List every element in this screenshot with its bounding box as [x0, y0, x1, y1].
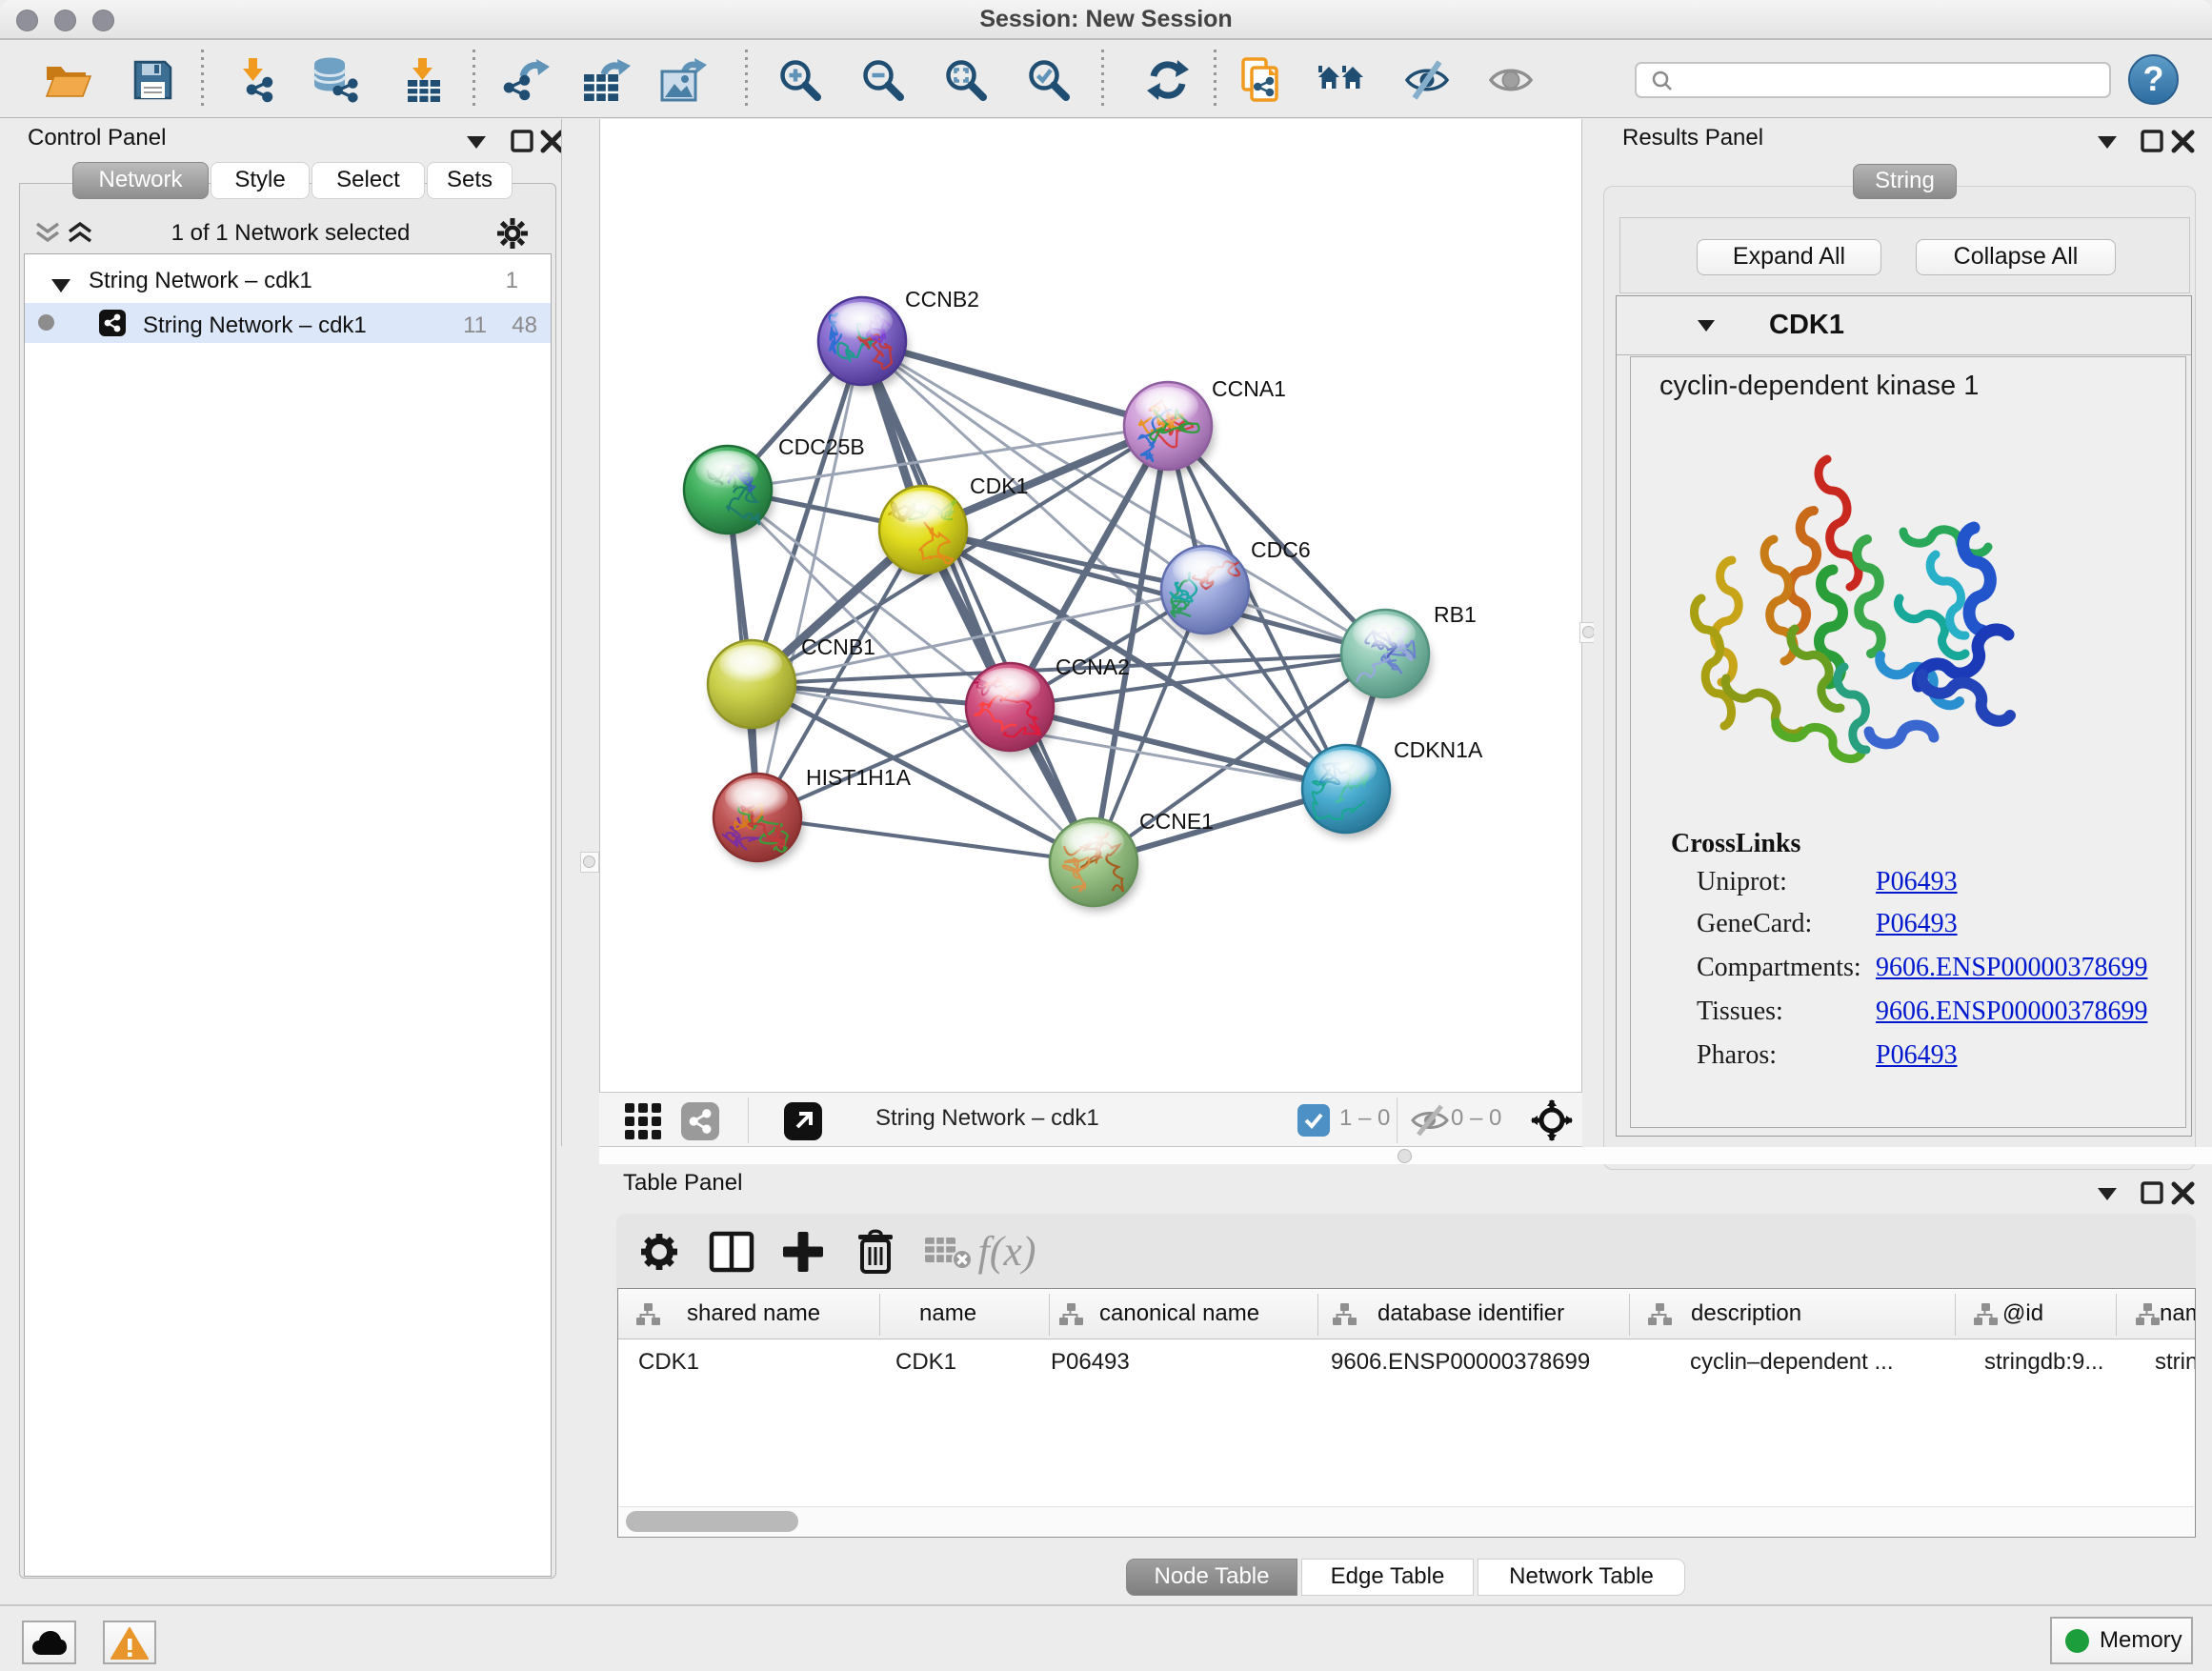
svg-text:CCNA2: CCNA2 [1056, 654, 1130, 679]
svg-text:CCNB2: CCNB2 [905, 287, 979, 312]
svg-text:CCNE1: CCNE1 [1139, 809, 1214, 834]
svg-text:CDC6: CDC6 [1251, 537, 1311, 562]
svg-text:CCNA1: CCNA1 [1212, 376, 1286, 401]
svg-text:RB1: RB1 [1434, 602, 1477, 627]
svg-text:CDK1: CDK1 [970, 473, 1028, 498]
svg-text:CDKN1A: CDKN1A [1394, 737, 1483, 762]
svg-text:CCNB1: CCNB1 [801, 634, 875, 659]
svg-text:CDC25B: CDC25B [778, 434, 865, 459]
svg-text:HIST1H1A: HIST1H1A [806, 765, 912, 790]
